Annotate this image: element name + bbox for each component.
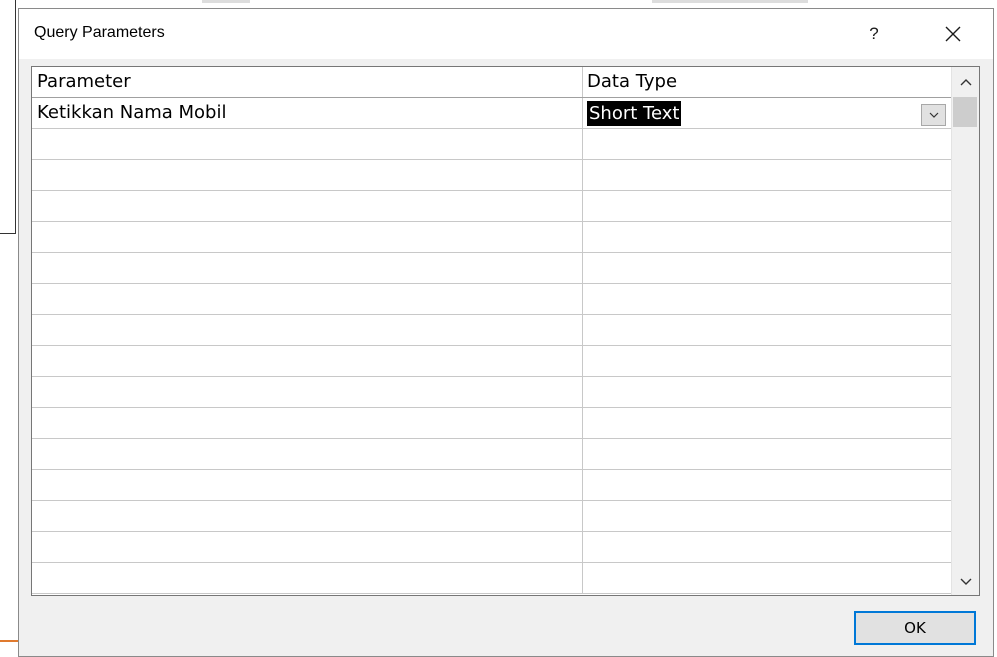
parameter-cell[interactable] [32, 532, 583, 562]
background-ghost-text [202, 0, 250, 3]
table-row[interactable] [32, 501, 951, 532]
data-type-cell[interactable] [583, 160, 951, 190]
table-row[interactable] [32, 284, 951, 315]
data-type-cell[interactable] [583, 129, 951, 159]
parameter-cell[interactable] [32, 470, 583, 500]
vertical-scrollbar[interactable] [951, 67, 979, 595]
parameter-cell[interactable] [32, 160, 583, 190]
query-parameters-dialog: Query Parameters ? Parameter Data Type K… [18, 8, 994, 657]
close-button[interactable] [935, 19, 971, 49]
parameter-cell[interactable] [32, 222, 583, 252]
table-row[interactable]: Ketikkan Nama Mobil Short Text [32, 98, 951, 129]
selected-data-type: Short Text [587, 101, 682, 126]
data-type-cell[interactable] [583, 470, 951, 500]
table-row[interactable] [32, 160, 951, 191]
data-type-cell[interactable] [583, 253, 951, 283]
parameter-cell[interactable] [32, 129, 583, 159]
parameter-cell[interactable] [32, 439, 583, 469]
scroll-down-button[interactable] [952, 570, 979, 594]
data-type-cell[interactable] [583, 346, 951, 376]
chevron-up-icon [960, 79, 971, 86]
parameter-cell[interactable] [32, 191, 583, 221]
data-type-cell[interactable] [583, 377, 951, 407]
ok-button[interactable]: OK [854, 611, 976, 645]
dialog-titlebar: Query Parameters ? [19, 9, 993, 59]
table-row[interactable] [32, 222, 951, 253]
parameter-cell[interactable] [32, 377, 583, 407]
data-type-cell[interactable] [583, 532, 951, 562]
table-row[interactable] [32, 315, 951, 346]
table-row[interactable] [32, 377, 951, 408]
parameters-grid: Parameter Data Type Ketikkan Nama Mobil S… [31, 66, 980, 596]
table-row[interactable] [32, 129, 951, 160]
table-row[interactable] [32, 439, 951, 470]
grid-header-row: Parameter Data Type [32, 67, 951, 98]
table-row[interactable] [32, 470, 951, 501]
data-type-cell[interactable] [583, 315, 951, 345]
background-panel [0, 0, 16, 234]
table-row[interactable] [32, 253, 951, 284]
data-type-cell[interactable] [583, 284, 951, 314]
table-row[interactable] [32, 408, 951, 439]
parameter-column-header[interactable]: Parameter [32, 67, 583, 97]
help-button[interactable]: ? [859, 21, 889, 47]
data-type-cell[interactable] [583, 501, 951, 531]
parameter-cell[interactable]: Ketikkan Nama Mobil [32, 98, 583, 128]
data-type-cell[interactable] [583, 563, 951, 593]
parameter-cell[interactable] [32, 253, 583, 283]
dialog-title: Query Parameters [34, 24, 165, 41]
data-type-cell[interactable] [583, 191, 951, 221]
scroll-up-button[interactable] [952, 70, 979, 94]
background-accent-line [0, 640, 18, 642]
parameter-cell[interactable] [32, 501, 583, 531]
table-row[interactable] [32, 532, 951, 563]
parameter-cell[interactable] [32, 346, 583, 376]
data-type-column-header[interactable]: Data Type [583, 67, 951, 97]
scrollbar-thumb[interactable] [953, 97, 977, 127]
parameter-cell[interactable] [32, 315, 583, 345]
parameter-cell[interactable] [32, 408, 583, 438]
table-row[interactable] [32, 346, 951, 377]
chevron-down-icon [960, 578, 971, 585]
data-type-cell[interactable] [583, 222, 951, 252]
data-type-cell[interactable]: Short Text [583, 98, 951, 128]
parameter-cell[interactable] [32, 284, 583, 314]
data-type-cell[interactable] [583, 439, 951, 469]
table-row[interactable] [32, 191, 951, 222]
parameter-cell[interactable] [32, 563, 583, 593]
data-type-cell[interactable] [583, 408, 951, 438]
close-icon [945, 26, 961, 42]
table-row[interactable] [32, 563, 951, 594]
background-ghost-text [652, 0, 808, 3]
